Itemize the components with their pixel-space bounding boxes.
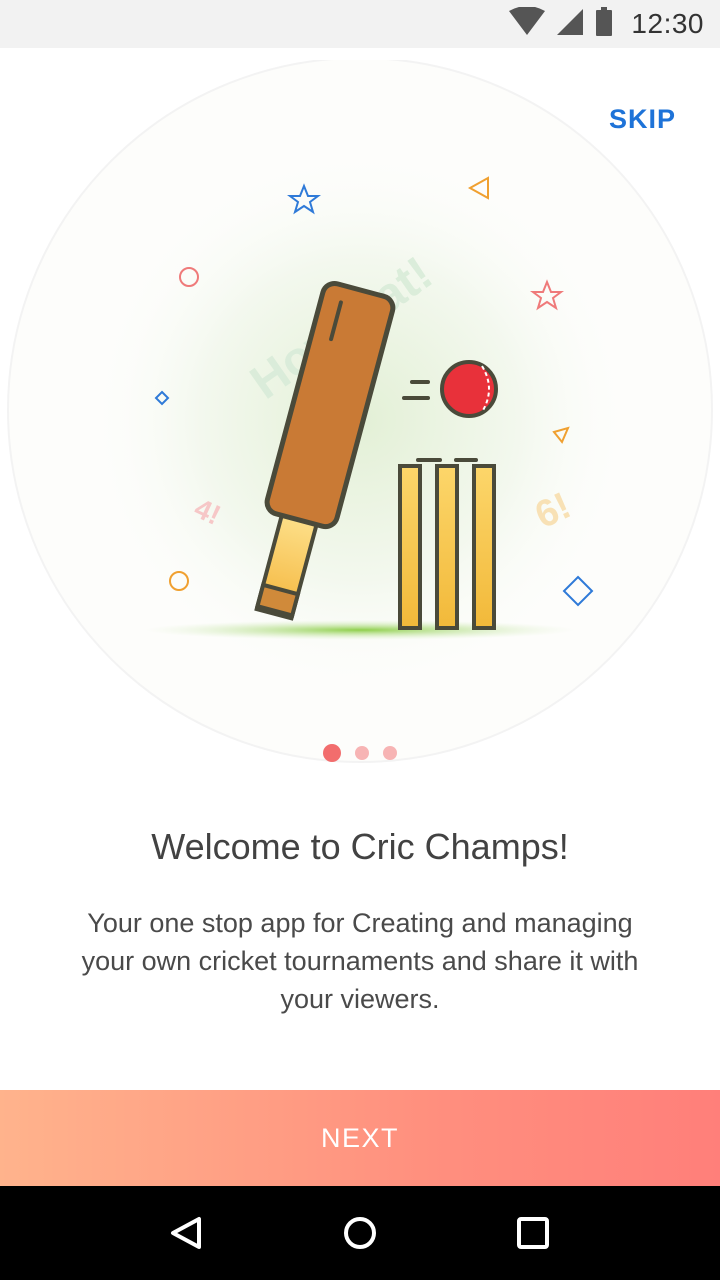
- onboarding-illustration: Howzzat! 4! 6!: [0, 57, 720, 780]
- status-time: 12:30: [631, 8, 704, 39]
- status-bar: 12:30: [0, 0, 720, 48]
- wifi-icon: [509, 5, 546, 42]
- home-icon[interactable]: [332, 1205, 388, 1261]
- page-dot: [355, 746, 369, 760]
- skip-button[interactable]: SKIP: [609, 104, 676, 135]
- battery-icon: [595, 6, 613, 42]
- page-title: Welcome to Cric Champs!: [151, 826, 569, 867]
- page-dot-active: [323, 744, 341, 762]
- back-icon[interactable]: [159, 1205, 215, 1261]
- cricket-stumps: [398, 458, 496, 630]
- cellular-signal-icon: [555, 7, 585, 42]
- next-button[interactable]: NEXT: [0, 1090, 720, 1186]
- page-description: Your one stop app for Creating and manag…: [81, 908, 639, 1014]
- navigation-bar: [0, 1186, 720, 1280]
- page-dot: [383, 746, 397, 760]
- recents-icon[interactable]: [505, 1205, 561, 1261]
- page-indicator: [0, 744, 720, 762]
